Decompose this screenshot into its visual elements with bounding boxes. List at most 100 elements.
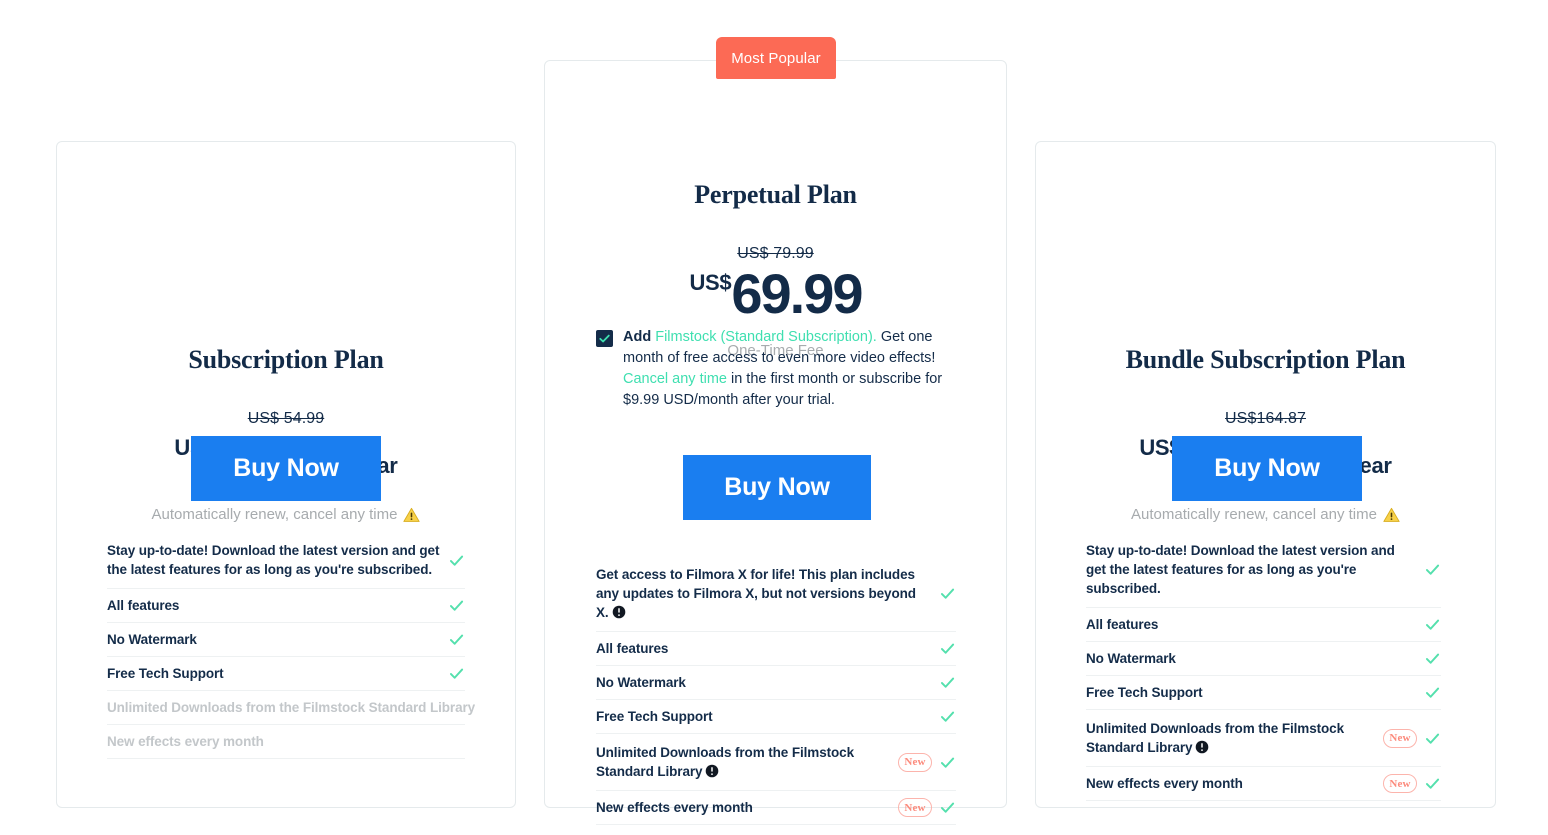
info-icon[interactable]	[705, 764, 719, 778]
check-icon	[939, 799, 956, 816]
feature-label: Free Tech Support	[107, 666, 224, 681]
feature-list: Get access to Filmora X for life! This p…	[596, 556, 956, 825]
feature-label: No Watermark	[596, 675, 686, 690]
plan-card-perpetual[interactable]: Perpetual Plan US$ 79.99 US$ 69.99 One-T…	[544, 60, 1007, 825]
plan-card-bundle[interactable]: Bundle Subscription Plan US$164.87 US$ 1…	[1035, 141, 1496, 808]
feature-label: Free Tech Support	[596, 709, 713, 724]
feature-list: Stay up-to-date! Download the latest ver…	[107, 532, 475, 759]
check-icon	[939, 585, 956, 602]
feature-status	[931, 585, 956, 602]
pricing-page: Subscription Plan US$ 54.99 US$ 44.99 /Y…	[0, 0, 1548, 835]
feature-row: New effects every month	[107, 725, 465, 759]
feature-row: Unlimited Downloads from the Filmstock S…	[107, 691, 475, 725]
renewal-note-text: Automatically renew, cancel any time	[1131, 506, 1377, 523]
check-icon	[939, 674, 956, 691]
info-icon[interactable]	[612, 605, 626, 619]
feature-row: Unlimited Downloads from the Filmstock S…	[1086, 710, 1441, 767]
feature-status: New	[1375, 728, 1441, 748]
feature-row: New effects every month New	[1086, 767, 1441, 801]
plan-card-subscription[interactable]: Subscription Plan US$ 54.99 US$ 44.99 /Y…	[56, 141, 516, 808]
filmstock-addon-option[interactable]: Add Filmstock (Standard Subscription). G…	[596, 327, 966, 411]
original-price: US$ 79.99	[737, 245, 814, 262]
new-badge: New	[898, 798, 932, 817]
feature-status	[931, 640, 956, 657]
feature-row: No Watermark	[596, 666, 956, 700]
feature-list: Stay up-to-date! Download the latest ver…	[1086, 532, 1441, 801]
check-icon	[1424, 730, 1441, 747]
feature-status	[1416, 650, 1441, 667]
feature-status: New	[890, 798, 956, 817]
addon-description: Add Filmstock (Standard Subscription). G…	[623, 327, 966, 411]
plan-title: Bundle Subscription Plan	[1125, 345, 1406, 374]
check-icon	[939, 640, 956, 657]
feature-label: No Watermark	[107, 632, 197, 647]
feature-status	[931, 708, 956, 725]
feature-status	[440, 733, 465, 750]
feature-label: New effects every month	[596, 800, 753, 815]
renewal-note-text: Automatically renew, cancel any time	[151, 506, 398, 523]
price-amount: 69.99	[731, 262, 863, 325]
plan-title: Subscription Plan	[188, 345, 384, 374]
feature-row: Stay up-to-date! Download the latest ver…	[107, 532, 465, 589]
feature-row: No Watermark	[1086, 642, 1441, 676]
feature-row: All features	[1086, 608, 1441, 642]
feature-label: All features	[596, 641, 669, 656]
feature-row: Stay up-to-date! Download the latest ver…	[1086, 532, 1441, 608]
check-icon	[448, 597, 465, 614]
original-price: US$ 54.99	[247, 410, 325, 427]
addon-checkbox[interactable]	[596, 330, 613, 347]
feature-label: New effects every month	[107, 734, 264, 749]
feature-status: New	[890, 752, 956, 772]
feature-status	[1416, 684, 1441, 701]
feature-row: Free Tech Support	[107, 657, 465, 691]
check-icon	[448, 552, 465, 569]
check-icon	[1424, 561, 1441, 578]
price-row: US$ 69.99	[545, 262, 1006, 325]
plan-title: Perpetual Plan	[694, 180, 857, 209]
buy-now-button[interactable]: Buy Now	[683, 455, 871, 520]
info-icon[interactable]	[1195, 740, 1209, 754]
feature-status	[475, 699, 500, 716]
feature-label: New effects every month	[1086, 776, 1243, 791]
feature-status	[1416, 561, 1441, 578]
original-price: US$164.87	[1225, 410, 1306, 427]
feature-status	[440, 597, 465, 614]
feature-status	[440, 631, 465, 648]
new-badge: New	[898, 752, 932, 772]
buy-now-button[interactable]: Buy Now	[191, 436, 381, 501]
currency-symbol: US$	[689, 270, 732, 295]
check-icon	[1424, 616, 1441, 633]
feature-row: Unlimited Downloads from the Filmstock S…	[596, 734, 956, 791]
feature-label: Get access to Filmora X for life! This p…	[596, 567, 916, 620]
feature-label: No Watermark	[1086, 651, 1176, 666]
no-check-placeholder	[483, 699, 500, 716]
feature-row: Get access to Filmora X for life! This p…	[596, 556, 956, 632]
feature-label: Stay up-to-date! Download the latest ver…	[1086, 543, 1395, 596]
new-badge: New	[1383, 774, 1417, 793]
feature-row: Free Tech Support	[596, 700, 956, 734]
new-badge: New	[1383, 728, 1417, 748]
filmstock-link[interactable]: Filmstock (Standard Subscription).	[655, 329, 877, 345]
renewal-note: Automatically renew, cancel any time	[1036, 506, 1495, 523]
feature-row: Free Tech Support	[1086, 676, 1441, 710]
feature-row: All features	[107, 589, 465, 623]
feature-label: Unlimited Downloads from the Filmstock S…	[1086, 721, 1344, 755]
warning-triangle-icon[interactable]	[403, 507, 421, 523]
feature-label: Unlimited Downloads from the Filmstock S…	[107, 700, 476, 715]
check-icon	[1424, 775, 1441, 792]
warning-triangle-icon[interactable]	[1383, 507, 1400, 523]
feature-status	[440, 665, 465, 682]
feature-row: No Watermark	[107, 623, 465, 657]
feature-label: Free Tech Support	[1086, 685, 1203, 700]
no-check-placeholder	[448, 733, 465, 750]
feature-status: New	[1375, 774, 1441, 793]
check-icon	[939, 708, 956, 725]
check-icon	[1424, 684, 1441, 701]
feature-label: All features	[107, 598, 180, 613]
feature-status	[1416, 616, 1441, 633]
buy-now-button[interactable]: Buy Now	[1172, 436, 1362, 501]
cancel-any-time-link[interactable]: Cancel any time	[623, 371, 727, 387]
feature-status	[440, 552, 465, 569]
feature-row: All features	[596, 632, 956, 666]
feature-label: All features	[1086, 617, 1159, 632]
